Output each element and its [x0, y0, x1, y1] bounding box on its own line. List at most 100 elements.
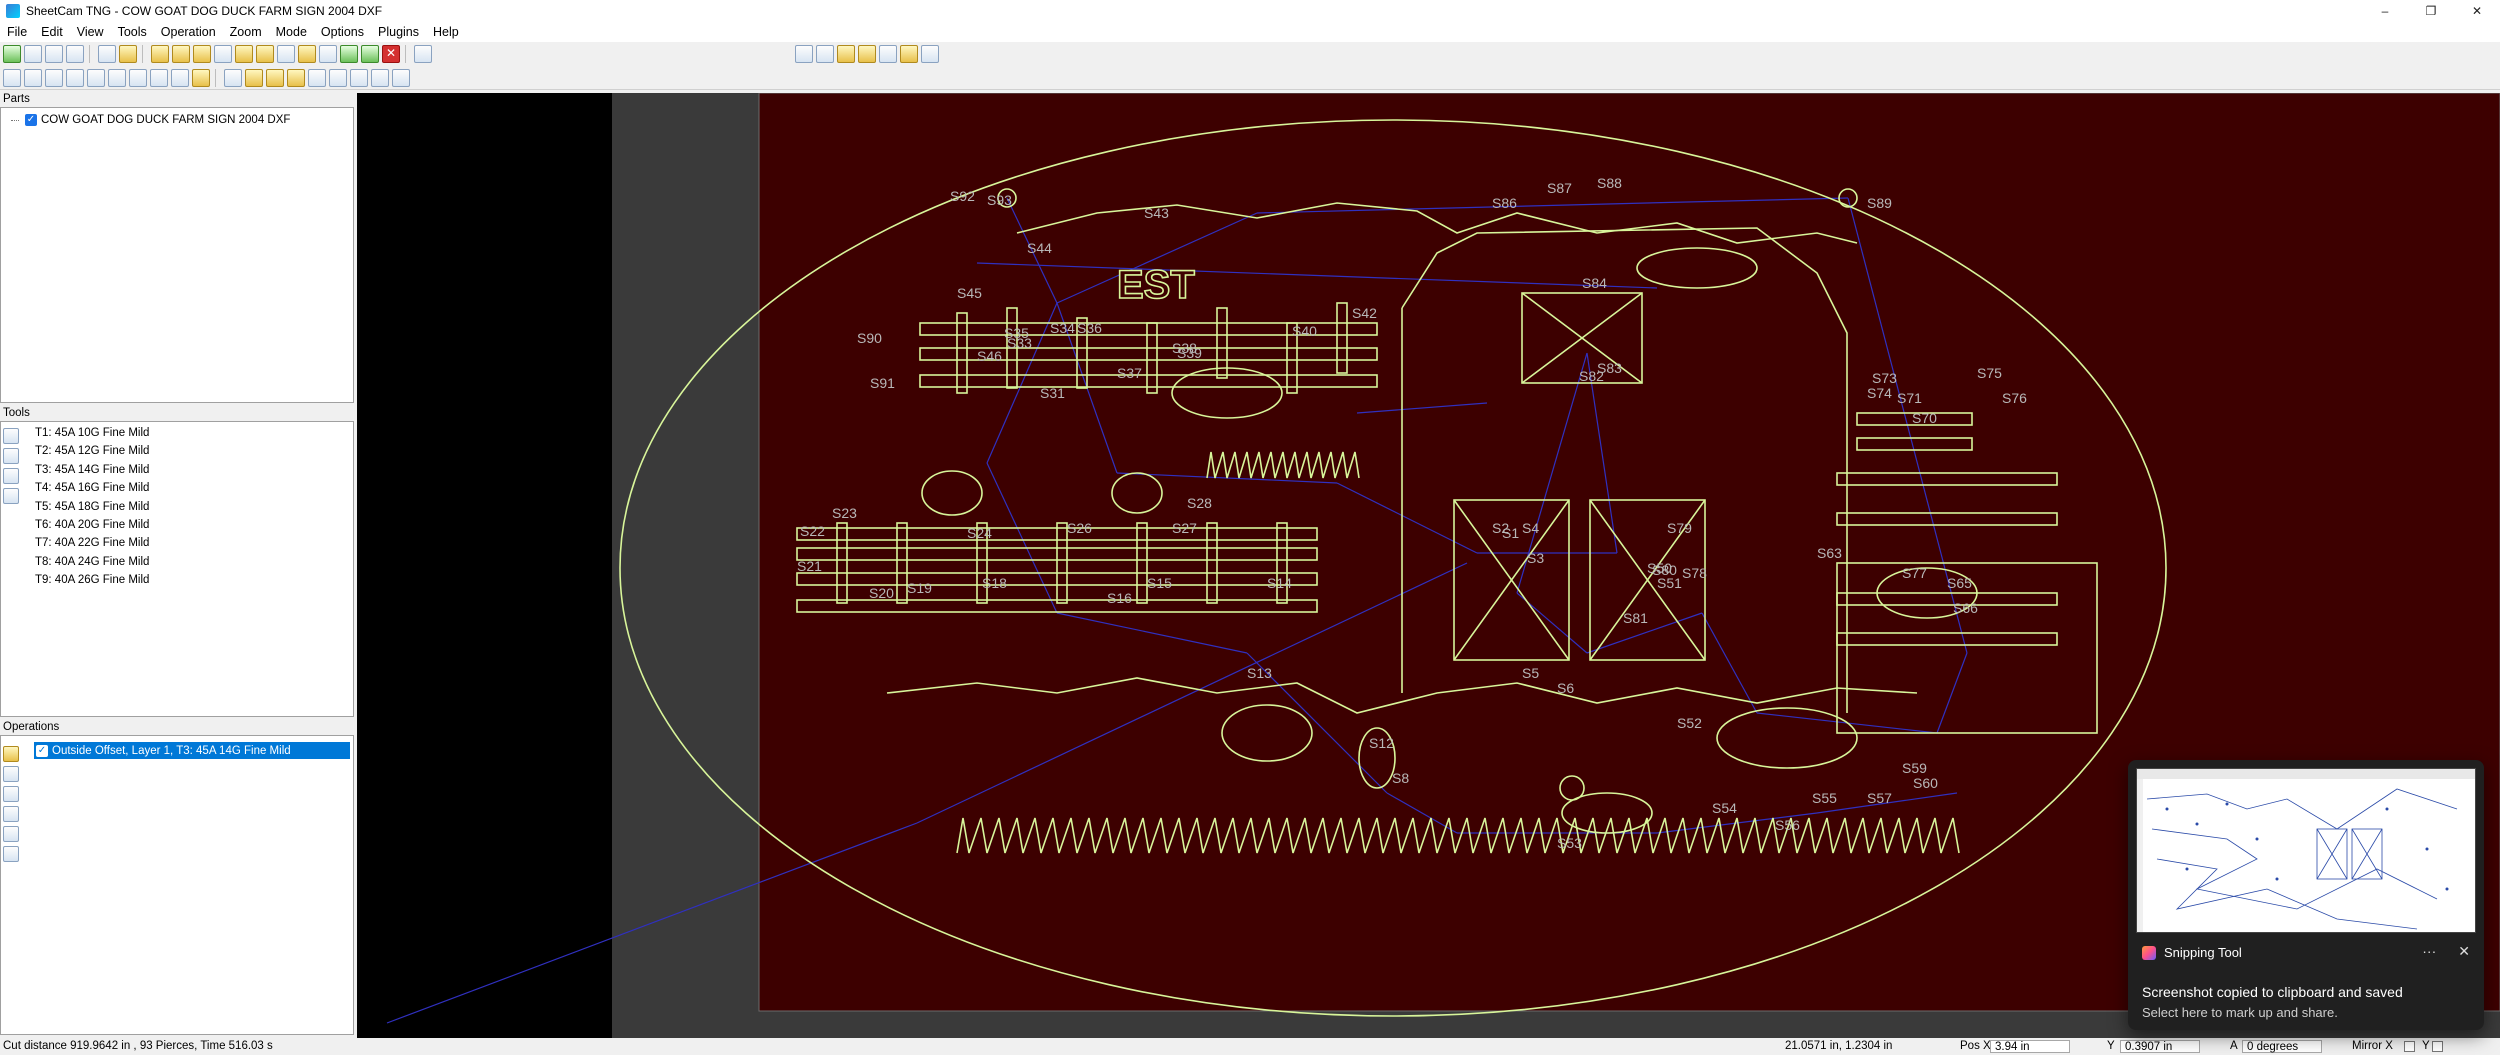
measure-icon[interactable] — [192, 68, 210, 87]
zoom-out-icon[interactable] — [816, 45, 834, 63]
snipping-toast[interactable]: Snipping Tool ··· ✕ Screenshot copied to… — [2128, 760, 2484, 1030]
text-icon[interactable] — [392, 68, 410, 87]
edit-start-point-icon[interactable] — [245, 68, 263, 87]
scissors-icon[interactable] — [3, 68, 21, 87]
layers-icon[interactable] — [24, 68, 42, 87]
menu-view[interactable]: View — [70, 25, 111, 39]
path-label: S70 — [1912, 410, 1937, 426]
part-checkbox[interactable]: ✓ — [25, 114, 37, 126]
tool-item[interactable]: T4: 45A 16G Fine Mild — [35, 479, 149, 497]
array-icon[interactable] — [171, 68, 189, 87]
order-icon[interactable] — [319, 45, 337, 63]
sheet-frame-icon[interactable] — [350, 68, 368, 87]
zoom-window-icon[interactable] — [837, 45, 855, 63]
path-label: S22 — [800, 523, 825, 539]
menu-help[interactable]: Help — [426, 25, 466, 39]
print-icon[interactable] — [66, 45, 84, 63]
operation-table-icon[interactable] — [3, 846, 19, 862]
edit-tool-icon[interactable] — [3, 448, 19, 464]
main-toolbar — [0, 42, 2500, 66]
move-operation-icon[interactable] — [3, 826, 19, 842]
copy-operation-icon[interactable] — [3, 786, 19, 802]
post-process-icon[interactable] — [119, 45, 137, 63]
outside-offset-icon[interactable] — [151, 45, 169, 63]
maximize-button[interactable]: ❐ — [2408, 0, 2454, 22]
pos-y-label: Y — [2107, 1040, 2115, 1052]
mirror-x-checkbox[interactable] — [2404, 1041, 2415, 1052]
zoom-part-icon[interactable] — [858, 45, 876, 63]
pos-x-field[interactable]: 3.94 in — [1990, 1040, 2070, 1053]
path-label: S15 — [1147, 575, 1172, 591]
lightning-icon[interactable] — [371, 68, 389, 87]
part-tree-item[interactable]: ✓ COW GOAT DOG DUCK FARM SIGN 2004 DXF — [11, 114, 290, 126]
crop-icon[interactable] — [329, 68, 347, 87]
tool-item[interactable]: T3: 45A 14G Fine Mild — [35, 461, 149, 479]
spline-icon[interactable] — [108, 68, 126, 87]
tool-item[interactable]: T7: 40A 22G Fine Mild — [35, 534, 149, 552]
undo-icon[interactable] — [414, 45, 432, 63]
screenshot-thumbnail[interactable] — [2136, 768, 2476, 933]
stop-icon[interactable] — [382, 45, 400, 63]
sheet-icon[interactable] — [45, 68, 63, 87]
zoom-table-icon[interactable] — [921, 45, 939, 63]
torch-icon[interactable] — [3, 766, 19, 782]
tool-item[interactable]: T1: 45A 10G Fine Mild — [35, 424, 149, 442]
path-label: S74 — [1867, 385, 1892, 401]
menu-operation[interactable]: Operation — [154, 25, 223, 39]
thumbnail-preview — [2137, 769, 2475, 932]
path-label: S76 — [2002, 390, 2027, 406]
menu-zoom[interactable]: Zoom — [223, 25, 269, 39]
tool-item[interactable]: T5: 45A 18G Fine Mild — [35, 498, 149, 516]
zoom-in-icon[interactable] — [795, 45, 813, 63]
engrave-icon[interactable] — [256, 45, 274, 63]
run-icon[interactable] — [361, 45, 379, 63]
pocket-icon[interactable] — [235, 45, 253, 63]
menu-tools[interactable]: Tools — [111, 25, 154, 39]
rotate-icon[interactable] — [129, 68, 147, 87]
tool-item[interactable]: T8: 40A 24G Fine Mild — [35, 553, 149, 571]
tool-item[interactable]: T9: 40A 26G Fine Mild — [35, 571, 149, 589]
tool-item[interactable]: T2: 45A 12G Fine Mild — [35, 442, 149, 460]
zoom-extents-icon[interactable] — [879, 45, 897, 63]
menu-file[interactable]: File — [0, 25, 34, 39]
tool-item[interactable]: T6: 40A 20G Fine Mild — [35, 516, 149, 534]
open-job-icon[interactable] — [24, 45, 42, 63]
close-button[interactable]: ✕ — [2454, 0, 2500, 22]
new-job-icon[interactable] — [3, 45, 21, 63]
nest-icon[interactable] — [150, 68, 168, 87]
menu-options[interactable]: Options — [314, 25, 371, 39]
save-job-icon[interactable] — [45, 45, 63, 63]
inside-offset-icon[interactable] — [172, 45, 190, 63]
tool-table-icon[interactable] — [3, 468, 19, 484]
zoom-sheet-icon[interactable] — [900, 45, 918, 63]
operation-settings-icon[interactable] — [3, 806, 19, 822]
tool-library-icon[interactable] — [3, 488, 19, 504]
no-offset-icon[interactable] — [193, 45, 211, 63]
menu-edit[interactable]: Edit — [34, 25, 70, 39]
pos-y-field[interactable]: 0.3907 in — [2120, 1040, 2200, 1053]
drill-icon[interactable] — [214, 45, 232, 63]
operation-item[interactable]: ✓ Outside Offset, Layer 1, T3: 45A 14G F… — [34, 742, 350, 759]
edit-tab-icon[interactable] — [266, 68, 284, 87]
select-icon[interactable] — [224, 68, 242, 87]
set-origin-icon[interactable] — [308, 68, 326, 87]
tabs-icon[interactable] — [298, 45, 316, 63]
edit-path-icon[interactable] — [287, 68, 305, 87]
path-label: S84 — [1582, 275, 1607, 291]
new-operation-icon[interactable] — [3, 746, 19, 762]
polyline-icon[interactable] — [87, 68, 105, 87]
mirror-y-checkbox[interactable] — [2432, 1041, 2443, 1052]
layer-icon[interactable] — [277, 45, 295, 63]
more-options-icon[interactable]: ··· — [2422, 943, 2436, 960]
new-tool-icon[interactable] — [3, 428, 19, 444]
menu-mode[interactable]: Mode — [269, 25, 314, 39]
operation-checkbox[interactable]: ✓ — [36, 744, 48, 757]
toast-actions: ··· ✕ — [2422, 943, 2470, 960]
rectangle-icon[interactable] — [66, 68, 84, 87]
minimize-button[interactable]: – — [2362, 0, 2408, 22]
close-icon[interactable]: ✕ — [2458, 943, 2470, 960]
start-points-icon[interactable] — [340, 45, 358, 63]
menu-plugins[interactable]: Plugins — [371, 25, 426, 39]
angle-field[interactable]: 0 degrees — [2242, 1040, 2322, 1053]
calculator-icon[interactable] — [98, 45, 116, 63]
